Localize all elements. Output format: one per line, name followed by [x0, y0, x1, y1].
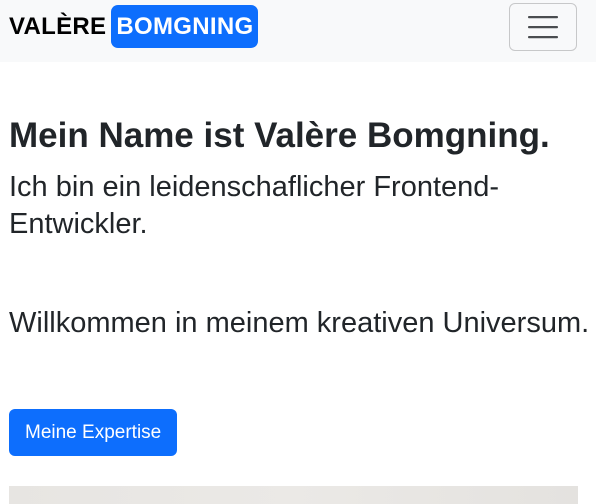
navbar: VALÈRE BOMGNING: [0, 0, 596, 62]
expertise-button[interactable]: Meine Expertise: [9, 409, 178, 456]
hero-image: [9, 486, 578, 504]
hero-subline: Ich bin ein leidenschaflicher Frontend-E…: [9, 171, 500, 240]
hero-welcome-text: Willkommen in meinem kreativen Universum…: [9, 307, 590, 339]
navbar-toggler-button[interactable]: [509, 3, 577, 51]
brand-last-name-badge: BOMGNING: [111, 5, 259, 48]
brand-logo-link[interactable]: VALÈRE BOMGNING: [9, 5, 259, 48]
hero-headline: Mein Name ist Valère Bomgning.: [9, 116, 550, 155]
hamburger-menu-icon: [528, 16, 558, 39]
brand-first-name: VALÈRE: [9, 12, 107, 40]
